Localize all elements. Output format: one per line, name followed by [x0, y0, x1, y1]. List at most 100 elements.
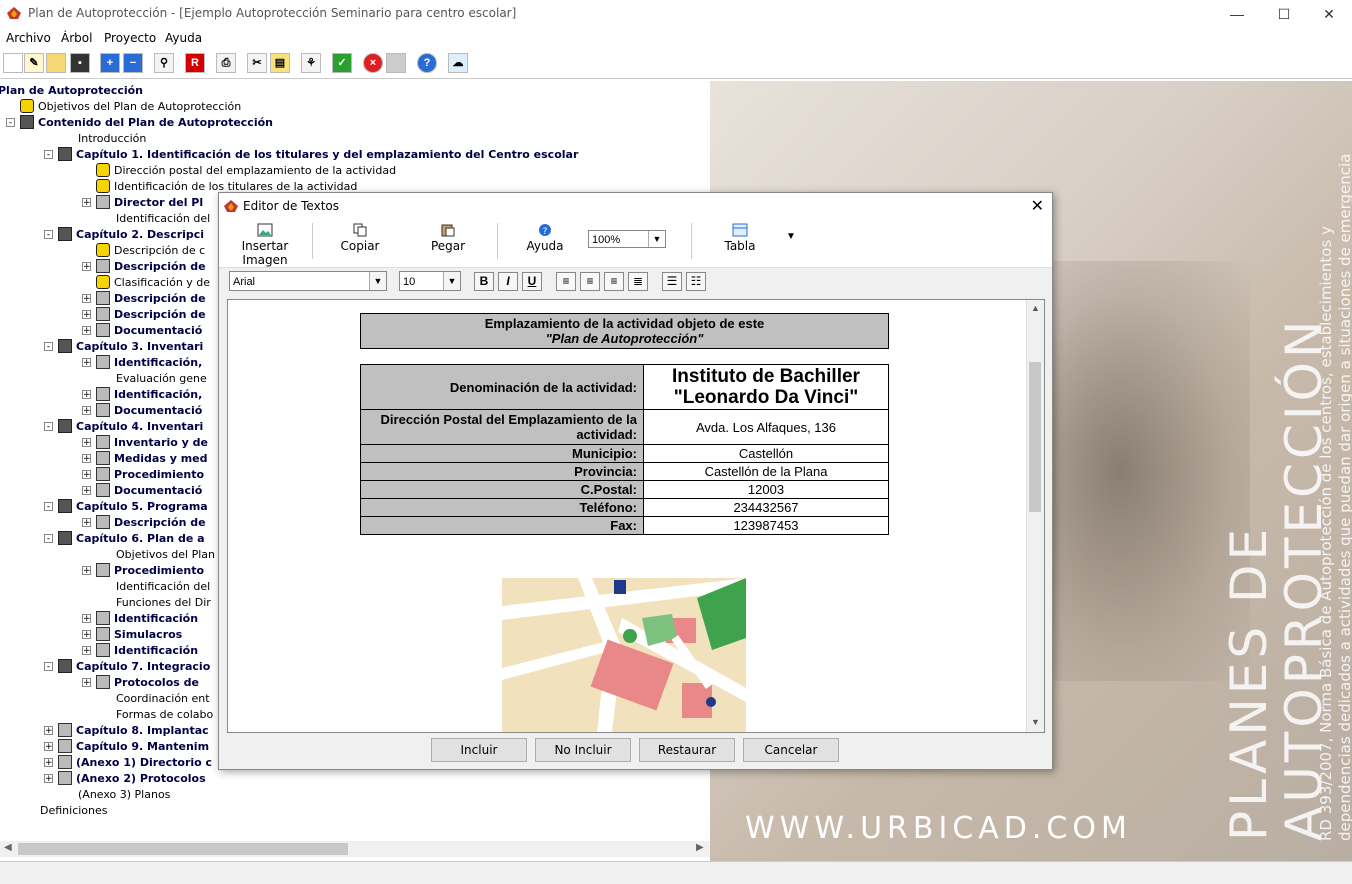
tree-item[interactable]: Funciones del Dir	[116, 595, 211, 611]
expand-icon[interactable]: +	[44, 726, 53, 736]
tree-item[interactable]: Capítulo 6. Plan de a	[58, 531, 205, 547]
expand-icon[interactable]: +	[82, 326, 91, 336]
collapse-icon[interactable]: -	[44, 662, 53, 672]
restore-button[interactable]: Restaurar	[639, 738, 735, 762]
tree-item[interactable]: Medidas y med	[96, 451, 208, 467]
wizard-icon[interactable]: ✎	[24, 53, 44, 73]
align-center-icon[interactable]: ≡	[604, 272, 624, 291]
expand-icon[interactable]: +	[82, 406, 91, 416]
maximize-button[interactable]: ☐	[1261, 0, 1307, 28]
hierarchy-icon[interactable]: ⚘	[301, 53, 321, 73]
menu-archivo[interactable]: Archivo	[6, 31, 51, 45]
tree-item[interactable]: Identificación	[96, 643, 198, 659]
tree-item[interactable]: Procedimiento	[96, 563, 204, 579]
editor-content-area[interactable]: Emplazamiento de la actividad objeto de …	[227, 299, 1045, 733]
tree-item[interactable]: Identificación,	[96, 387, 202, 403]
tree-horizontal-scrollbar[interactable]: ◀ ▶	[0, 841, 710, 857]
tree-item[interactable]: Formas de colabo	[116, 707, 213, 723]
tree-item[interactable]: Objetivos del Plan de Autoprotección	[20, 99, 241, 115]
expand-icon[interactable]: +	[82, 470, 91, 480]
tree-item[interactable]: Objetivos del Plan	[116, 547, 215, 563]
tree-item[interactable]: Identificación del	[116, 211, 210, 227]
include-button[interactable]: Incluir	[431, 738, 527, 762]
tree-item[interactable]: Plan de Autoprotección	[0, 83, 143, 99]
tree-item[interactable]: Documentació	[96, 403, 202, 419]
expand-icon[interactable]: +	[82, 630, 91, 640]
tree-item[interactable]: Descripción de	[96, 515, 206, 531]
scroll-left-icon[interactable]: ◀	[4, 842, 12, 853]
binoculars-icon[interactable]: ⚲	[154, 53, 174, 73]
expand-icon[interactable]: +	[82, 566, 91, 576]
expand-icon[interactable]: +	[82, 454, 91, 464]
collapse-icon[interactable]: -	[44, 230, 53, 240]
underline-button[interactable]: U	[522, 272, 542, 291]
font-family-select[interactable]: Arial ▼	[229, 271, 387, 291]
tree-item[interactable]: Inventario y de	[96, 435, 208, 451]
preview-icon[interactable]: ⎙	[216, 53, 236, 73]
save-icon[interactable]: ▪	[70, 53, 90, 73]
table-dropdown-icon[interactable]: ▼	[786, 231, 796, 242]
collapse-icon[interactable]: -	[44, 342, 53, 352]
copy-button[interactable]: Copiar	[332, 223, 388, 253]
italic-button[interactable]: I	[498, 272, 518, 291]
expand-icon[interactable]: +	[82, 294, 91, 304]
stop-icon[interactable]: ×	[363, 53, 383, 73]
r-icon[interactable]: R	[185, 53, 205, 73]
disabled-icon[interactable]	[386, 53, 406, 73]
tree-item[interactable]: (Anexo 1) Directorio c	[58, 755, 212, 771]
expand-icon[interactable]: +	[82, 678, 91, 688]
tree-item[interactable]: Identificación del	[116, 579, 210, 595]
tree-item[interactable]: Capítulo 3. Inventari	[58, 339, 203, 355]
notes-icon[interactable]: ▤	[270, 53, 290, 73]
menu-ayuda[interactable]: Ayuda	[165, 31, 202, 45]
tree-item[interactable]: Identificación,	[96, 355, 202, 371]
tree-item[interactable]: (Anexo 2) Protocolos	[58, 771, 206, 787]
expand-icon[interactable]: +	[44, 758, 53, 768]
tree-item[interactable]: Identificación	[96, 611, 198, 627]
tree-item[interactable]: Evaluación gene	[116, 371, 207, 387]
check-icon[interactable]: ✓	[332, 53, 352, 73]
tree-item[interactable]: Capítulo 1. Identificación de los titula…	[58, 147, 578, 163]
bold-button[interactable]: B	[474, 272, 494, 291]
tree-item[interactable]: Documentació	[96, 323, 202, 339]
tree-item[interactable]: Procedimiento	[96, 467, 204, 483]
scroll-right-icon[interactable]: ▶	[696, 842, 704, 853]
tree-item[interactable]: Capítulo 7. Integracio	[58, 659, 210, 675]
tree-item[interactable]: Descripción de	[96, 291, 206, 307]
tree-item[interactable]: Contenido del Plan de Autoprotección	[20, 115, 273, 131]
expand-icon[interactable]: +	[82, 486, 91, 496]
help-button[interactable]: ? Ayuda	[517, 223, 573, 253]
menu-proyecto[interactable]: Proyecto	[104, 31, 156, 45]
font-size-select[interactable]: 10 ▼	[399, 271, 461, 291]
minimize-button[interactable]: —	[1214, 0, 1260, 28]
expand-icon[interactable]: +	[82, 438, 91, 448]
tree-item[interactable]: Protocolos de	[96, 675, 199, 691]
tree-item[interactable]: Director del Pl	[96, 195, 203, 211]
collapse-icon[interactable]: -	[44, 534, 53, 544]
numbered-list-icon[interactable]: ☰	[662, 272, 682, 291]
tree-item[interactable]: Descripción de	[96, 259, 206, 275]
scroll-down-icon[interactable]: ▼	[1027, 714, 1044, 730]
expand-icon[interactable]: +	[82, 614, 91, 624]
tree-item[interactable]: Capítulo 5. Programa	[58, 499, 208, 515]
tree-item[interactable]: Dirección postal del emplazamiento de la…	[96, 163, 396, 179]
tree-item[interactable]: Clasificación y de	[96, 275, 210, 291]
expand-icon[interactable]: +	[82, 358, 91, 368]
no-include-button[interactable]: No Incluir	[535, 738, 631, 762]
message-icon[interactable]: ☁	[448, 53, 468, 73]
insert-image-button[interactable]: Insertar Imagen	[222, 223, 308, 267]
tree-item[interactable]: (Anexo 3) Planos	[78, 787, 170, 803]
editor-vertical-scrollbar[interactable]: ▲ ▼	[1026, 300, 1044, 732]
new-icon[interactable]	[3, 53, 23, 73]
expand-icon[interactable]: +	[82, 198, 91, 208]
remove-icon[interactable]: −	[123, 53, 143, 73]
collapse-icon[interactable]: -	[44, 150, 53, 160]
menu-arbol[interactable]: Árbol	[61, 31, 92, 45]
tree-item[interactable]: Simulacros	[96, 627, 182, 643]
collapse-icon[interactable]: -	[44, 502, 53, 512]
tree-item[interactable]: Descripción de	[96, 307, 206, 323]
tree-item[interactable]: Definiciones	[40, 803, 108, 819]
expand-icon[interactable]: +	[82, 262, 91, 272]
close-button[interactable]: ✕	[1306, 0, 1352, 28]
table-button[interactable]: Tabla	[711, 223, 769, 253]
